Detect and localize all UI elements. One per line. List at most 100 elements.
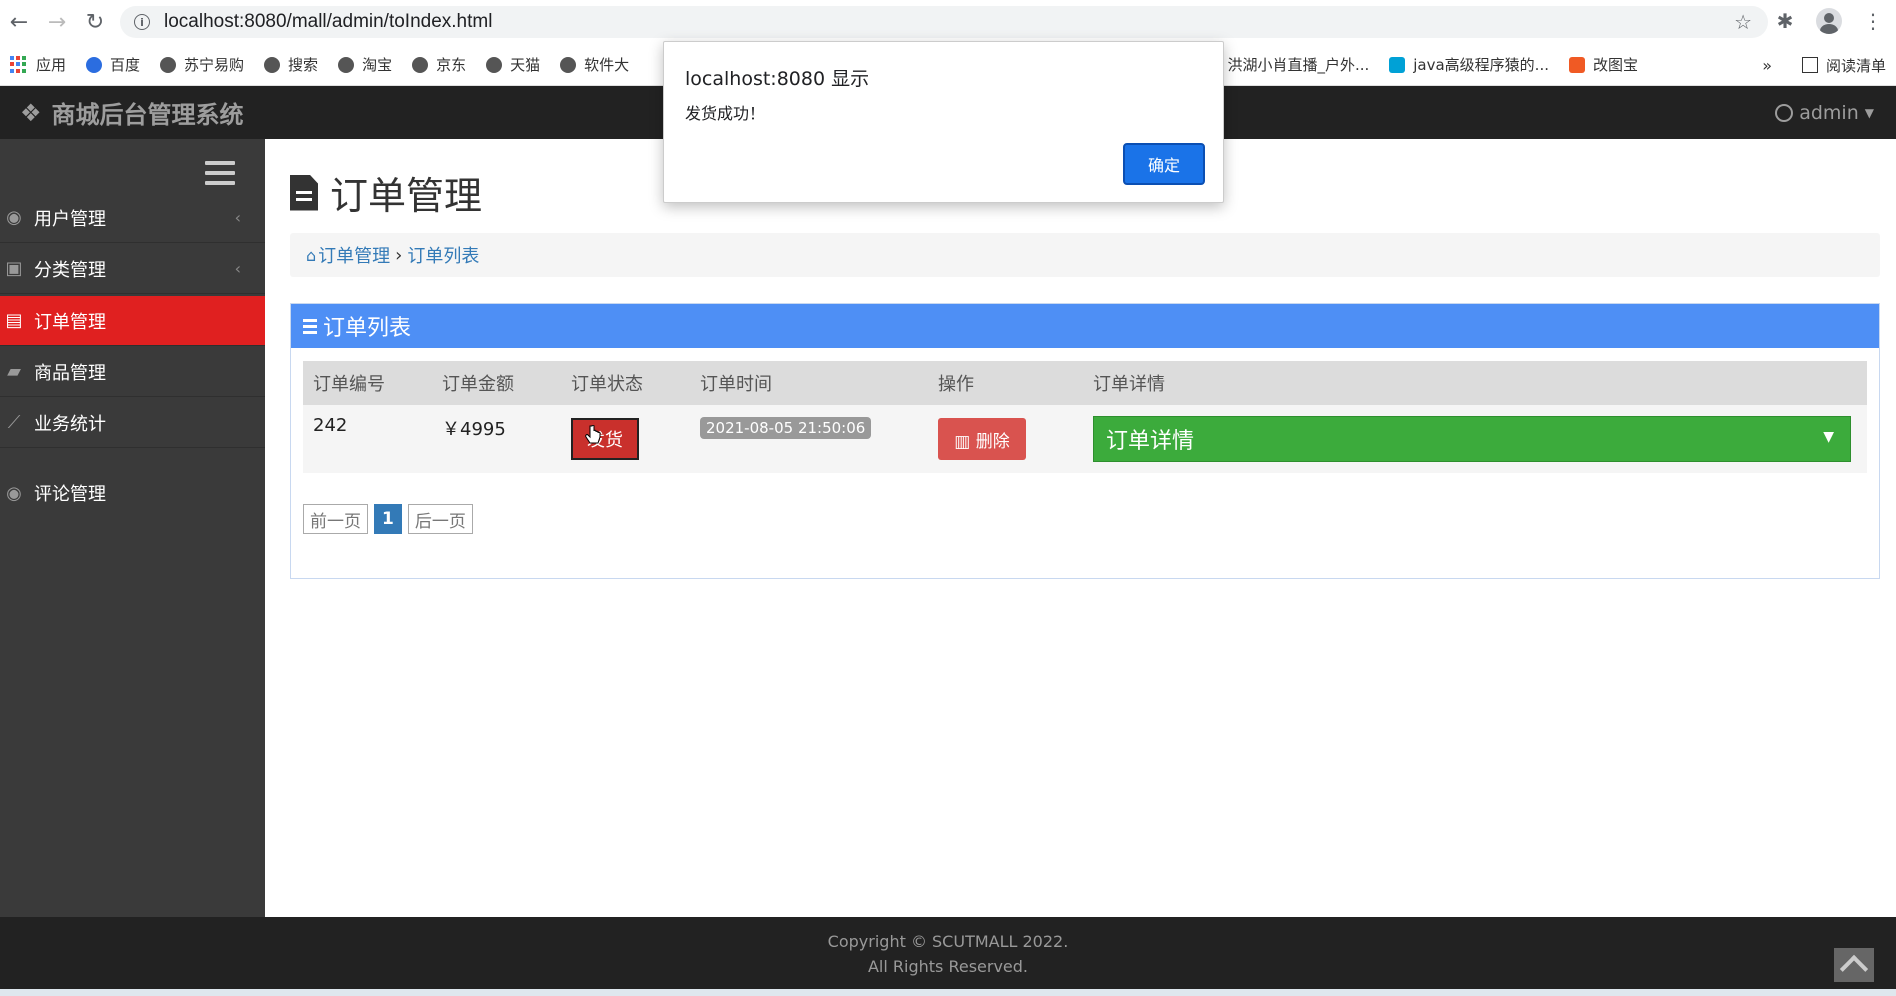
dialog-ok-button[interactable]: 确定 — [1123, 143, 1205, 185]
sidebar-item-label: 用户管理 — [34, 208, 106, 230]
address-bar[interactable]: i localhost:8080/mall/admin/toIndex.html… — [120, 6, 1768, 38]
extensions-icon[interactable]: ✱ — [1772, 8, 1798, 34]
trash-icon: ▥ — [954, 431, 971, 452]
column-header: 订单金额 — [442, 374, 514, 395]
next-page-button[interactable]: 后一页 — [407, 504, 473, 534]
panel-title: 订单列表 — [323, 316, 412, 341]
bag-icon: ▰ — [7, 361, 21, 382]
delete-button[interactable]: ▥ 删除 — [938, 418, 1026, 460]
address-url[interactable]: localhost:8080/mall/admin/toIndex.html — [164, 11, 492, 33]
menu-kebab-icon[interactable]: ⋮ — [1860, 8, 1886, 34]
bookmark-label: java高级程序猿的... — [1413, 56, 1549, 74]
ship-button[interactable]: 发货 — [571, 418, 639, 460]
sidebar-item-label: 商品管理 — [34, 362, 106, 384]
bookmark-label: 京东 — [436, 56, 467, 74]
back-icon[interactable]: ← — [0, 3, 38, 41]
bookmark-item[interactable]: 京东 — [412, 54, 466, 75]
bookmark-item[interactable]: 改图宝 — [1568, 54, 1638, 75]
bookmark-label: 应用 — [36, 56, 67, 74]
sidebar-item-users[interactable]: ◉ 用户管理 ‹ — [0, 193, 265, 243]
globe-icon — [412, 56, 429, 73]
brand[interactable]: ❖ 商城后台管理系统 — [20, 86, 244, 139]
bookmark-item[interactable]: 苏宁易购 — [160, 54, 244, 75]
bookmark-item[interactable]: 搜索 — [264, 54, 318, 75]
reading-list[interactable]: 阅读清单 — [1801, 55, 1886, 76]
sidebar-item-comments[interactable]: ◉ 评论管理 — [0, 468, 265, 518]
order-detail-label: 订单详情 — [1106, 429, 1195, 454]
prev-page-button[interactable]: 前一页 — [303, 504, 368, 534]
user-name: admin — [1799, 101, 1859, 124]
user-menu[interactable]: admin ▼ — [1775, 86, 1874, 139]
reading-list-icon — [1801, 57, 1818, 73]
bookmark-label: 软件大 — [584, 56, 630, 74]
sidebar-item-products[interactable]: ▰ 商品管理 — [0, 347, 265, 397]
sidebar-item-label: 分类管理 — [34, 259, 106, 281]
sidebar-toggle-icon[interactable] — [205, 161, 235, 185]
breadcrumb-root[interactable]: 订单管理 — [318, 242, 390, 268]
bookmark-item[interactable]: 软件大 — [560, 54, 629, 75]
forward-icon[interactable]: → — [38, 3, 76, 41]
site-info-icon[interactable]: i — [134, 14, 150, 30]
cubes-icon: ❖ — [20, 98, 42, 127]
column-header: 订单详情 — [1093, 374, 1165, 395]
order-amount: ￥4995 — [442, 419, 506, 440]
main-content: 订单管理 ⌂ 订单管理 › 订单列表 订单列表 订单编号 订单金额 订单状态 订… — [265, 139, 1896, 917]
sidebar-item-statistics[interactable]: ⟋ 业务统计 — [0, 398, 265, 448]
chevron-left-icon: ‹ — [234, 259, 241, 278]
column-header: 操作 — [938, 374, 974, 395]
sidebar-item-label: 业务统计 — [34, 413, 106, 435]
sidebar-item-categories[interactable]: ▣ 分类管理 ‹ — [0, 244, 265, 294]
order-panel: 订单列表 订单编号 订单金额 订单状态 订单时间 操作 订单详情 242 ￥49… — [290, 303, 1880, 579]
bookmark-item[interactable]: 淘宝 — [338, 54, 392, 75]
reload-icon[interactable]: ↻ — [76, 3, 114, 41]
bookmark-label: 淘宝 — [362, 56, 393, 74]
bookmark-item[interactable]: java高级程序猿的... — [1389, 54, 1549, 75]
bookmarks-overflow-icon[interactable]: » — [1762, 56, 1772, 75]
order-table: 订单编号 订单金额 订单状态 订单时间 操作 订单详情 242 ￥4995 发货 — [303, 361, 1867, 473]
footer-rights: All Rights Reserved. — [867, 957, 1029, 976]
table-header-row: 订单编号 订单金额 订单状态 订单时间 操作 订单详情 — [303, 361, 1867, 405]
bookmark-label: 搜索 — [288, 56, 319, 74]
reading-list-label: 阅读清单 — [1825, 57, 1886, 75]
order-id: 242 — [313, 415, 348, 436]
globe-icon — [264, 56, 281, 73]
chevron-left-icon: ‹ — [234, 208, 241, 227]
sidebar-item-label: 订单管理 — [34, 311, 106, 333]
order-detail-dropdown[interactable]: 订单详情 ▼ — [1093, 416, 1851, 462]
bookmark-label: 苏宁易购 — [184, 56, 245, 74]
caret-down-icon: ▼ — [1864, 105, 1874, 120]
bookmark-star-icon[interactable]: ☆ — [1734, 10, 1752, 34]
apps-icon — [10, 55, 28, 74]
user-icon: ◉ — [6, 207, 22, 228]
breadcrumb: ⌂ 订单管理 › 订单列表 — [290, 233, 1880, 277]
browser-toolbar: ← → ↻ i localhost:8080/mall/admin/toInde… — [0, 0, 1896, 44]
home-icon: ⌂ — [306, 245, 317, 265]
page-number-current[interactable]: 1 — [374, 504, 402, 534]
sidebar-item-orders[interactable]: ▤ 订单管理 — [0, 296, 265, 346]
profile-avatar[interactable] — [1816, 8, 1842, 34]
chart-icon: ⟋ — [7, 412, 21, 433]
breadcrumb-separator: › — [395, 244, 403, 266]
pagination: 前一页 1 后一页 — [303, 504, 473, 534]
scroll-to-top-icon[interactable] — [1834, 948, 1874, 982]
column-header: 订单编号 — [313, 374, 385, 395]
sidebar-item-label: 评论管理 — [34, 484, 106, 505]
bookmark-item[interactable]: 天猫 — [486, 54, 540, 75]
gaitubao-icon — [1568, 56, 1585, 73]
breadcrumb-current[interactable]: 订单列表 — [407, 242, 479, 268]
footer-copyright: Copyright © SCUTMALL 2022. — [827, 932, 1069, 951]
bookmark-item[interactable]: 应用 — [10, 54, 66, 75]
user-icon: ◉ — [6, 482, 22, 504]
bookmark-label: 天猫 — [510, 56, 541, 74]
bookmark-item[interactable]: 洪湖小肖直播_户外... — [1203, 54, 1369, 75]
bookmark-label: 洪湖小肖直播_户外... — [1227, 56, 1370, 74]
order-status-cell: 发货 — [561, 405, 690, 473]
column-header: 订单状态 — [571, 374, 643, 395]
brand-title: 商城后台管理系统 — [51, 101, 244, 129]
globe-icon — [486, 56, 503, 73]
bookmark-item[interactable]: 百度 — [86, 54, 140, 75]
taskbar-strip — [0, 989, 1896, 996]
caret-down-icon: ▼ — [1823, 429, 1834, 445]
file-icon — [290, 174, 318, 211]
bookmark-label: 百度 — [110, 56, 141, 74]
